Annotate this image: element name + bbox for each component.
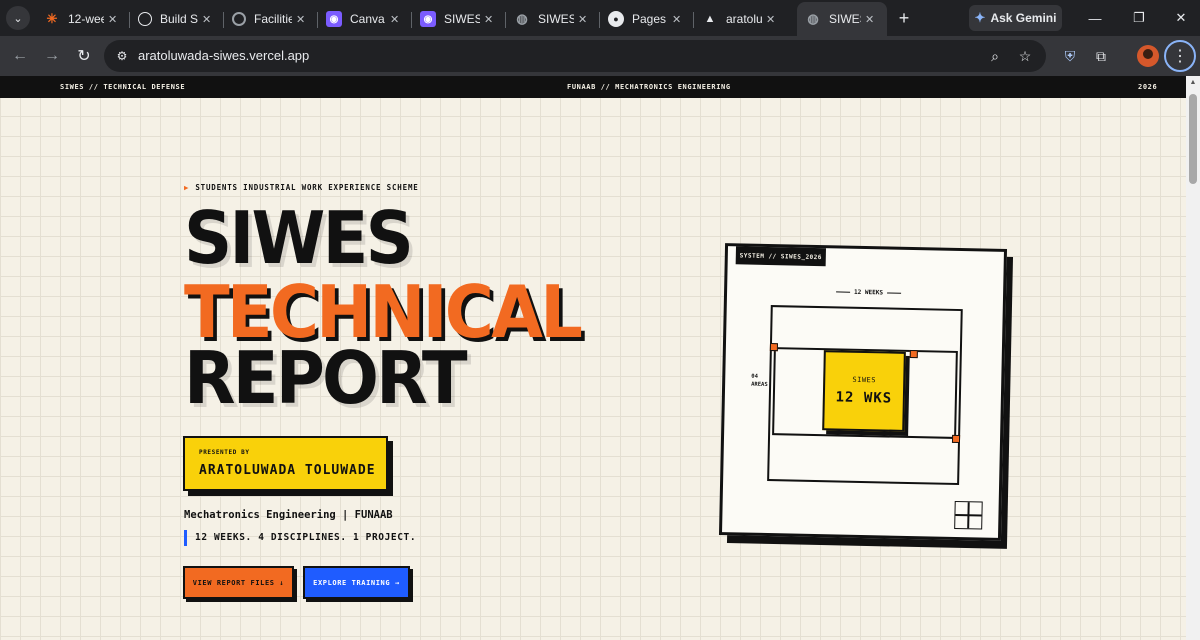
- areas-label: 04 AREAS: [751, 373, 768, 389]
- chevron-down-icon: ⌄: [13, 12, 23, 25]
- openai-icon: [138, 12, 152, 26]
- plus-icon: +: [898, 8, 910, 28]
- presented-by-label: PRESENTED BY: [199, 449, 250, 456]
- reload-icon: ↻: [77, 48, 91, 65]
- bookmark-star-icon[interactable]: ☆: [1016, 47, 1034, 65]
- close-icon[interactable]: ✕: [202, 13, 216, 26]
- site-bar-left: SIWES // TECHNICAL DEFENSE: [60, 83, 186, 91]
- back-button[interactable]: ←: [8, 44, 32, 68]
- page-scrollbar[interactable]: ▲: [1186, 76, 1200, 640]
- site-bar-year: 2026: [1138, 83, 1158, 91]
- tab-5[interactable]: ◉ SIWES ✕: [412, 4, 506, 34]
- system-tag: SYSTEM // SIWES_2026: [735, 246, 827, 267]
- canva-icon: ◉: [326, 11, 342, 27]
- presenter-name: ARATOLUWADA TOLUWADE: [199, 463, 376, 478]
- triangle-right-icon: ▶: [184, 183, 190, 192]
- department-text: Mechatronics Engineering | FUNAAB: [184, 509, 393, 521]
- system-diagram-card: SYSTEM // SIWES_2026 12 WEEKS 04 AREAS S…: [718, 243, 1008, 541]
- grid-icon: [954, 500, 983, 530]
- siwes-box-value: 12 WKS: [835, 389, 893, 407]
- spinner-icon: [232, 12, 246, 26]
- connector-node: [769, 343, 779, 352]
- close-icon[interactable]: ✕: [578, 13, 592, 26]
- tab-search-button[interactable]: ⌄: [6, 6, 30, 30]
- restore-icon: ❐: [1133, 10, 1145, 25]
- connector-node: [909, 349, 918, 359]
- site-bar-center: FUNAAB // MECHATRONICS ENGINEERING: [567, 83, 731, 91]
- arrow-left-icon: ←: [12, 47, 28, 64]
- page-viewport: SIWES // TECHNICAL DEFENSE FUNAAB // MEC…: [0, 76, 1200, 640]
- close-icon[interactable]: ✕: [390, 13, 404, 26]
- explore-training-button[interactable]: EXPLORE TRAINING →: [303, 566, 410, 599]
- close-icon[interactable]: ✕: [296, 13, 310, 26]
- tab-9-active[interactable]: ◍ SIWES ✕: [797, 2, 887, 36]
- shield-extension-icon[interactable]: ⛨: [1059, 45, 1081, 67]
- close-icon[interactable]: ✕: [766, 13, 780, 26]
- connector-node: [951, 434, 961, 444]
- address-bar[interactable]: ⚙ aratoluwada-siwes.vercel.app ⌕ ☆: [104, 40, 1046, 72]
- view-report-files-button[interactable]: VIEW REPORT FILES ↓: [183, 566, 294, 599]
- arrow-right-icon: →: [44, 47, 60, 64]
- ask-gemini-button[interactable]: ✦ Ask Gemini: [969, 5, 1062, 31]
- new-tab-button[interactable]: +: [894, 8, 914, 29]
- scroll-up-icon[interactable]: ▲: [1189, 79, 1197, 86]
- hero-title-line-1: SIWES: [184, 196, 414, 280]
- presenter-card: PRESENTED BY ARATOLUWADA TOLUWADE: [183, 436, 388, 491]
- close-icon: ✕: [1175, 10, 1187, 25]
- reload-button[interactable]: ↻: [72, 44, 96, 68]
- browser-menu-button[interactable]: ⋮: [1164, 40, 1196, 72]
- site-settings-icon[interactable]: ⚙: [114, 48, 130, 64]
- browser-toolbar: ← → ↻ ⚙ aratoluwada-siwes.vercel.app ⌕ ☆…: [0, 36, 1200, 76]
- profile-avatar[interactable]: [1137, 45, 1159, 67]
- siwes-duration-box: SIWES 12 WKS: [822, 350, 906, 432]
- minimize-button[interactable]: —: [1080, 6, 1110, 30]
- scrollbar-thumb[interactable]: [1189, 94, 1197, 184]
- hero-title-line-3: REPORT: [184, 336, 468, 420]
- weeks-dimension-label: 12 WEEKS: [832, 288, 905, 297]
- spark-icon: ✳: [46, 11, 58, 26]
- minimize-icon: —: [1088, 10, 1102, 26]
- tab-7[interactable]: ● Pages ✕: [600, 4, 694, 34]
- tab-8[interactable]: ▲ aratolu ✕: [694, 4, 788, 34]
- vercel-icon: ▲: [704, 13, 716, 25]
- restore-button[interactable]: ❐: [1124, 6, 1154, 30]
- close-window-button[interactable]: ✕: [1166, 6, 1196, 30]
- close-icon[interactable]: ✕: [672, 13, 686, 26]
- gemini-sparkle-icon: ✦: [974, 10, 986, 25]
- close-icon[interactable]: ✕: [108, 13, 122, 26]
- siwes-box-label: SIWES: [852, 375, 877, 385]
- close-icon[interactable]: ✕: [484, 13, 498, 26]
- site-top-bar: SIWES // TECHNICAL DEFENSE FUNAAB // MEC…: [0, 76, 1186, 98]
- tab-2[interactable]: Build S ✕: [130, 4, 224, 34]
- tab-3[interactable]: Facilitie ✕: [224, 4, 318, 34]
- tab-4[interactable]: ◉ Canva ✕: [318, 4, 412, 34]
- kebab-menu-icon: ⋮: [1172, 48, 1188, 65]
- url-text[interactable]: aratoluwada-siwes.vercel.app: [138, 48, 309, 63]
- globe-icon: ◍: [516, 11, 528, 26]
- tab-1[interactable]: ✳ 12-wee ✕: [36, 4, 130, 34]
- forward-button[interactable]: →: [40, 44, 64, 68]
- tagline: 12 WEEKS. 4 DISCIPLINES. 1 PROJECT.: [184, 530, 416, 546]
- extensions-puzzle-icon[interactable]: ⧉: [1090, 45, 1112, 67]
- zoom-icon[interactable]: ⌕: [986, 47, 1004, 65]
- globe-icon: ◍: [807, 11, 819, 26]
- github-icon: ●: [608, 11, 624, 27]
- hero-eyebrow: ▶ STUDENTS INDUSTRIAL WORK EXPERIENCE SCH…: [184, 183, 419, 192]
- tab-6[interactable]: ◍ SIWES ✕: [506, 4, 600, 34]
- tab-strip: ⌄ ✳ 12-wee ✕ Build S ✕ Facilitie ✕ ◉ Can…: [0, 0, 1200, 36]
- close-icon[interactable]: ✕: [865, 13, 879, 26]
- canva-icon: ◉: [420, 11, 436, 27]
